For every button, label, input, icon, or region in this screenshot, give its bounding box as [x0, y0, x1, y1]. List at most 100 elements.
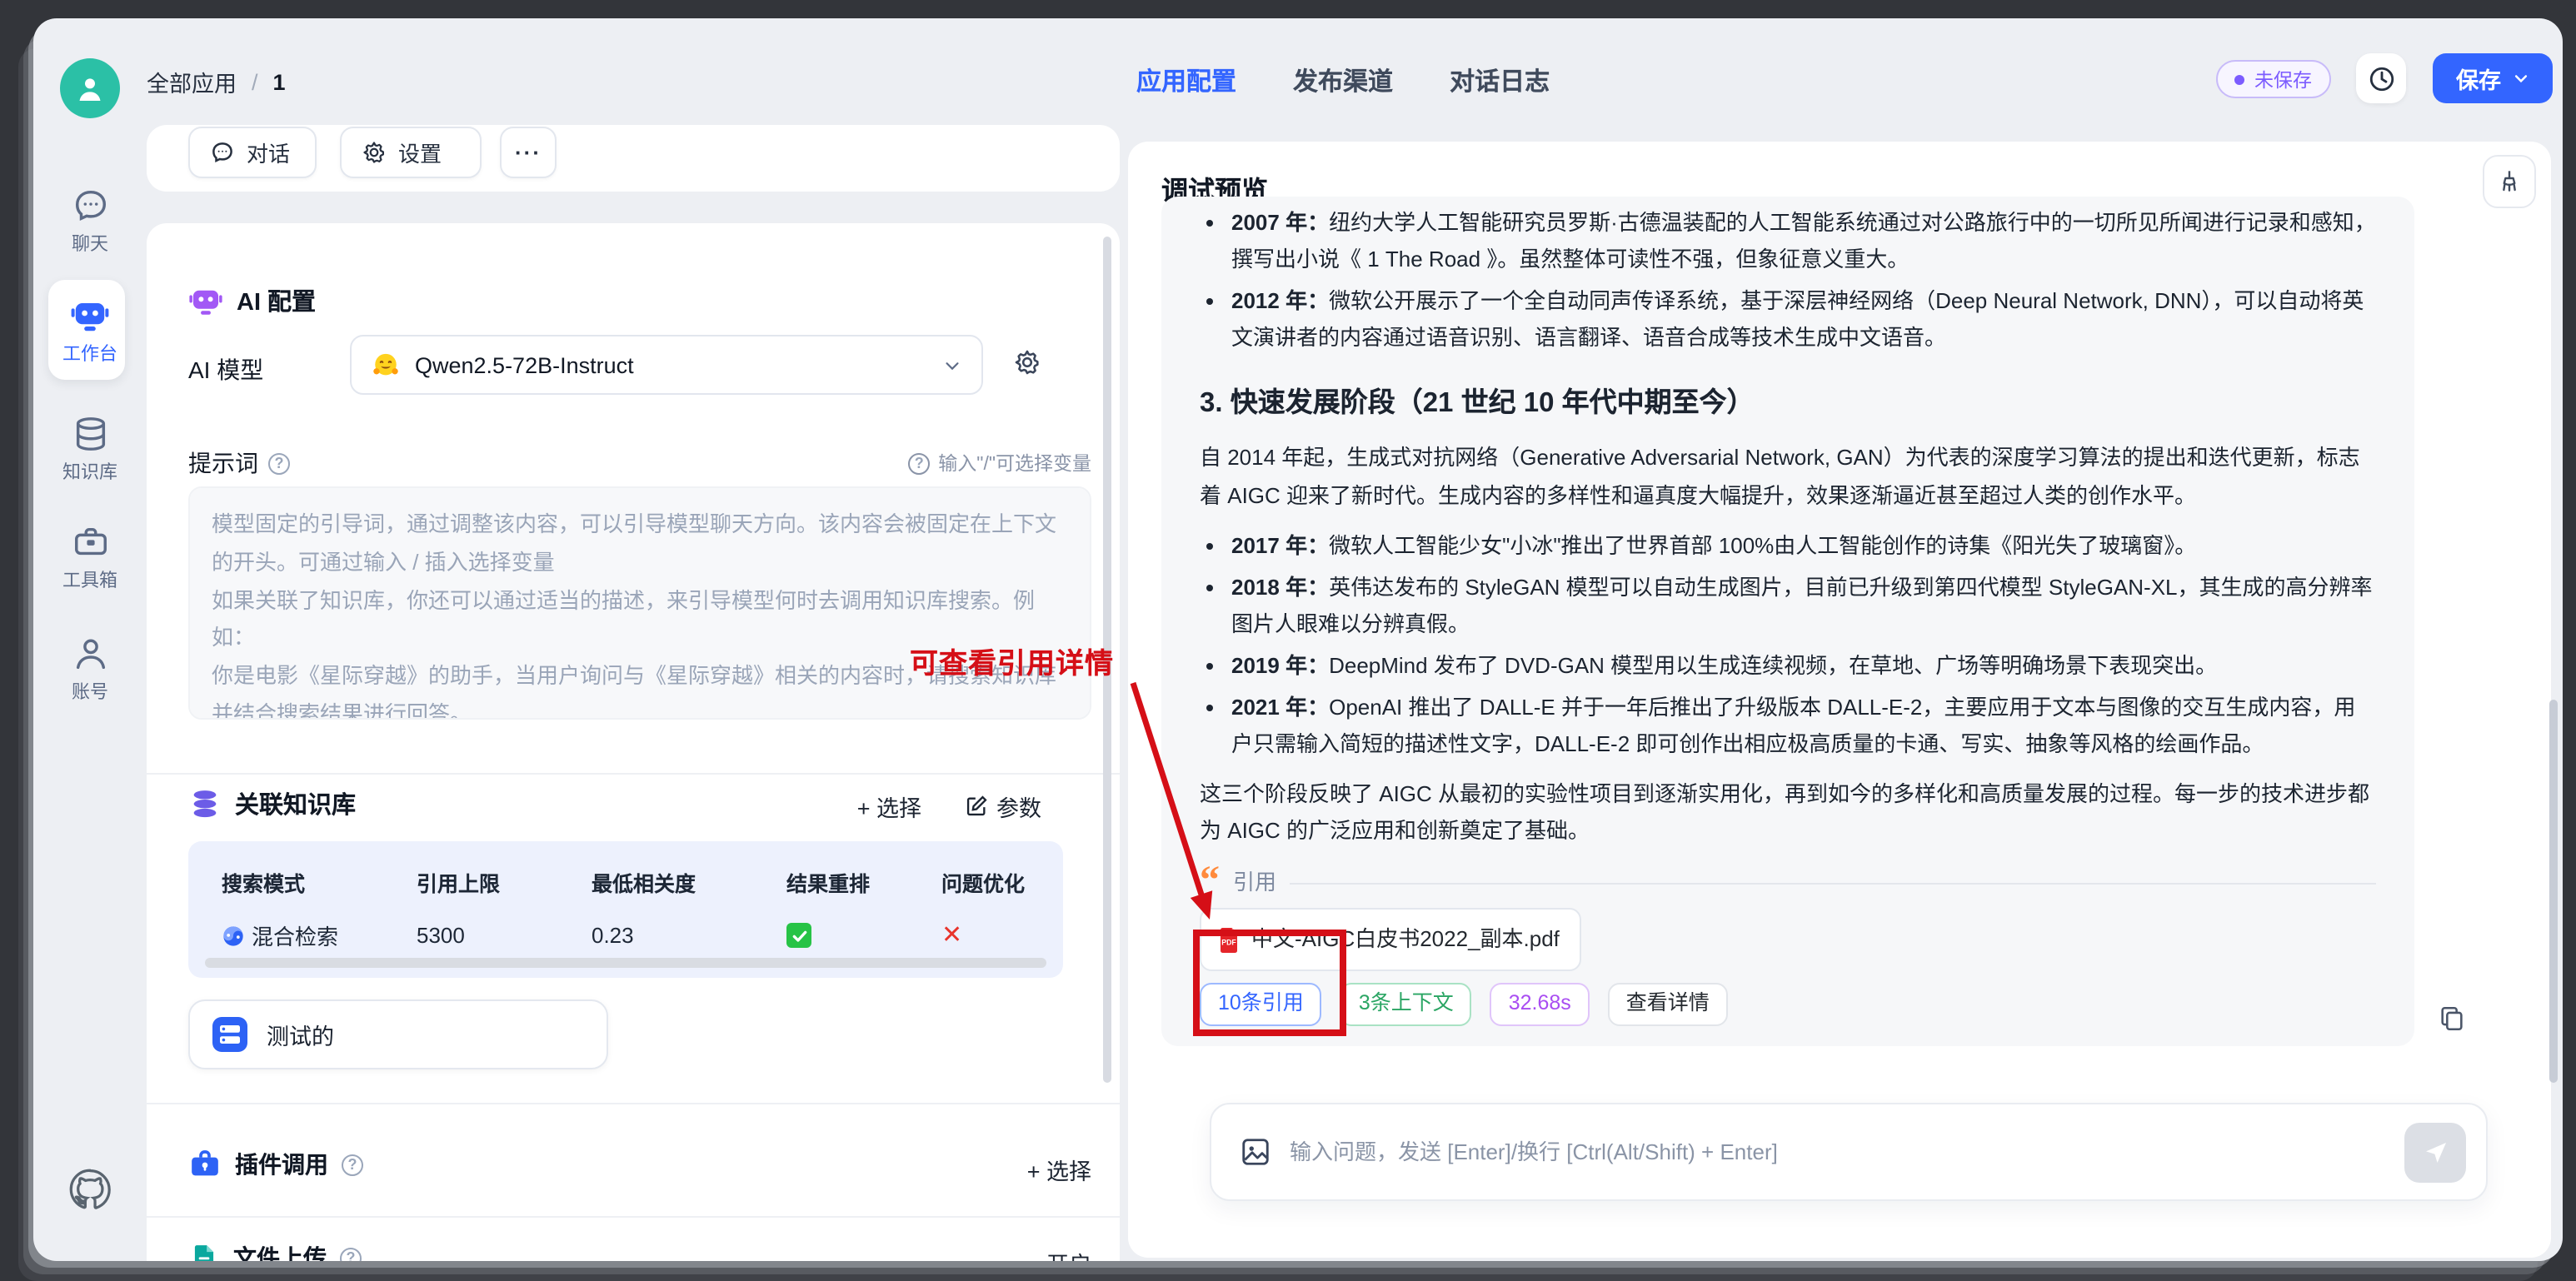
kb-value-search-mode: 混合检索 — [222, 920, 417, 951]
unsaved-badge-label: 未保存 — [2254, 66, 2312, 92]
toolbox-icon — [188, 1148, 222, 1181]
plugin-select-button[interactable]: + 选择 — [1027, 1153, 1091, 1186]
kb-select-button[interactable]: + 选择 — [857, 790, 921, 823]
save-button-label: 保存 — [2456, 62, 2501, 95]
app-toolbar: 对话 设置 ··· — [147, 125, 1120, 192]
save-button[interactable]: 保存 — [2433, 53, 2553, 103]
sidebar-item-label: 账号 — [33, 678, 147, 705]
image-icon[interactable] — [1240, 1136, 1271, 1168]
unsaved-badge: 未保存 — [2216, 60, 2330, 98]
robot-icon — [70, 295, 110, 335]
message-bullet: 2012 年：微软公开展示了一个全自动同声传译系统，基于深层神经网络（Deep … — [1231, 283, 2376, 356]
dataset-icon — [210, 1014, 250, 1054]
database-icon — [71, 415, 109, 453]
kb-params-label: 参数 — [996, 790, 1041, 823]
breadcrumb-current: 1 — [273, 69, 286, 94]
message-bullet: 2017 年：微软人工智能少女"小冰"推出了世界首部 100%由人工智能创作的诗… — [1231, 527, 2376, 564]
tab-chat-logs[interactable]: 对话日志 — [1450, 63, 1550, 98]
gear-icon — [362, 140, 387, 165]
chevron-down-icon — [943, 356, 961, 374]
knowledge-base-section-title: 关联知识库 — [188, 786, 356, 821]
database-icon — [188, 787, 222, 820]
header-tabs: 应用配置 发布渠道 对话日志 — [1136, 63, 1550, 98]
app-window: 全部应用 / 1 应用配置 发布渠道 对话日志 未保存 保存 — [33, 18, 2563, 1261]
response-badges: 10条引用 3条上下文 32.68s 查看详情 — [1200, 983, 2376, 1026]
view-details-badge[interactable]: 查看详情 — [1608, 983, 1728, 1026]
sidebar-item-workbench[interactable]: 工作台 — [33, 295, 147, 366]
context-count-badge[interactable]: 3条上下文 — [1340, 983, 1472, 1026]
person-icon — [73, 72, 107, 105]
message-paragraph: 自 2014 年起，生成式对抗网络（Generative Adversarial… — [1200, 441, 2376, 514]
message-bullet: 2007 年：纽约大学人工智能研究员罗斯·古德温装配的人工智能系统通过对公路旅行… — [1231, 205, 2376, 278]
check-icon — [786, 923, 811, 948]
dataset-item[interactable]: 测试的 — [188, 999, 608, 1069]
prompt-label: 提示词 — [188, 446, 258, 480]
edit-icon — [965, 795, 988, 818]
send-button[interactable] — [2404, 1122, 2466, 1182]
sidebar-item-toolbox[interactable]: 工具箱 — [33, 523, 147, 593]
message-list-mid: 2017 年：微软人工智能少女"小冰"推出了世界首部 100%由人工智能创作的诗… — [1200, 527, 2376, 763]
breadcrumb: 全部应用 / 1 — [147, 65, 286, 98]
more-button[interactable]: ··· — [500, 127, 557, 178]
sidebar-item-account[interactable]: 账号 — [33, 635, 147, 705]
help-icon[interactable] — [342, 1154, 363, 1175]
plugin-section-title: 插件调用 — [188, 1148, 363, 1181]
avatar[interactable] — [60, 58, 120, 118]
knowledge-base-actions: + 选择 参数 — [857, 790, 1041, 823]
chat-bubble-icon — [210, 140, 235, 165]
annotation-label: 可查看引用详情 — [910, 640, 1114, 681]
toolbox-icon — [71, 523, 109, 561]
kb-col-quote-limit: 引用上限 — [417, 866, 592, 898]
tab-publish-channel[interactable]: 发布渠道 — [1293, 63, 1393, 98]
prompt-hint-label: 输入"/"可选择变量 — [938, 450, 1091, 476]
annotation-arrow-icon — [1093, 666, 1243, 950]
divider — [147, 773, 1120, 775]
huggingface-icon — [372, 351, 400, 379]
hybrid-search-icon — [222, 924, 245, 947]
message-heading: 3. 快速发展阶段（21 世纪 10 年代中期至今） — [1200, 381, 2376, 427]
divider — [147, 1216, 1120, 1218]
broom-icon — [2496, 168, 2523, 195]
info-icon — [908, 452, 930, 474]
chat-bubble-icon — [71, 187, 109, 225]
knowledge-base-settings-card[interactable]: 搜索模式 引用上限 最低相关度 结果重排 问题优化 混合检索 5300 0.23 — [188, 841, 1063, 978]
sidebar-item-knowledge-base[interactable]: 知识库 — [33, 415, 147, 485]
right-panel-scrollbar[interactable] — [2549, 700, 2558, 1083]
help-icon[interactable] — [268, 452, 290, 474]
breadcrumb-all-apps[interactable]: 全部应用 — [147, 65, 237, 98]
history-button[interactable] — [2356, 53, 2406, 103]
sidebar-item-label: 聊天 — [33, 230, 147, 257]
sidebar-item-chat[interactable]: 聊天 — [33, 187, 147, 257]
kb-value-min-relevance: 0.23 — [592, 920, 786, 951]
duration-badge[interactable]: 32.68s — [1490, 983, 1590, 1026]
ai-model-label: AI 模型 — [188, 353, 263, 386]
chat-button[interactable]: 对话 — [188, 127, 317, 178]
kb-col-rerank: 结果重排 — [786, 866, 941, 898]
model-settings-gear-icon[interactable] — [1013, 348, 1041, 376]
assistant-message: 2007 年：纽约大学人工智能研究员罗斯·古德温装配的人工智能系统通过对公路旅行… — [1161, 197, 2414, 1046]
help-icon[interactable] — [340, 1247, 362, 1261]
clear-chat-button[interactable] — [2483, 155, 2536, 208]
prompt-variable-hint: 输入"/"可选择变量 — [908, 450, 1091, 476]
plugin-title-label: 插件调用 — [235, 1148, 328, 1181]
kb-col-search-mode: 搜索模式 — [222, 866, 417, 898]
tab-app-config[interactable]: 应用配置 — [1136, 63, 1236, 98]
kb-params-button[interactable]: 参数 — [965, 790, 1041, 823]
desktop-background: 全部应用 / 1 应用配置 发布渠道 对话日志 未保存 保存 — [0, 0, 2576, 1281]
github-icon[interactable] — [68, 1168, 112, 1211]
file-upload-title-label: 文件上传 — [233, 1241, 327, 1261]
file-upload-status[interactable]: 开启 — [1046, 1246, 1091, 1261]
settings-button[interactable]: 设置 — [340, 127, 482, 178]
horizontal-scrollbar[interactable] — [205, 958, 1046, 968]
message-bullet: 2019 年：DeepMind 发布了 DVD-GAN 模型用以生成连续视频，在… — [1231, 648, 2376, 685]
message-bullet: 2018 年：英伟达发布的 StyleGAN 模型可以自动生成图片，目前已升级到… — [1231, 569, 2376, 642]
ai-config-title-label: AI 配置 — [237, 283, 316, 318]
prompt-label-row: 提示词 — [188, 446, 290, 480]
chat-message-input[interactable] — [1286, 1138, 2389, 1166]
copy-icon[interactable] — [2438, 1004, 2466, 1033]
annotation-highlight-box — [1193, 930, 1346, 1036]
kb-col-min-relevance: 最低相关度 — [592, 866, 786, 898]
breadcrumb-separator: / — [252, 69, 258, 94]
ai-model-select[interactable]: Qwen2.5-72B-Instruct — [350, 335, 983, 395]
prompt-textarea[interactable] — [188, 486, 1091, 720]
